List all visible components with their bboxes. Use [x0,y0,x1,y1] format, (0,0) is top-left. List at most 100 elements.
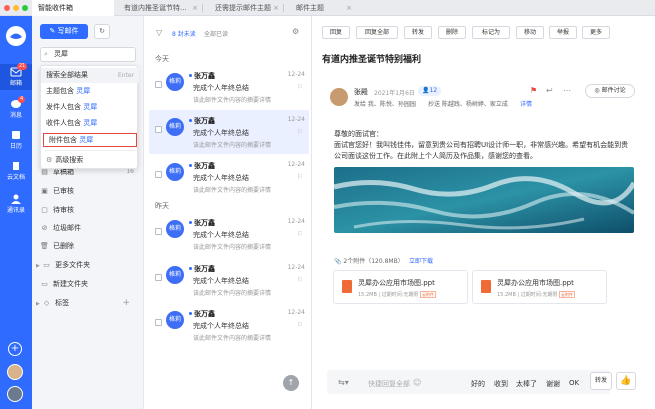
mail-checkbox[interactable] [155,319,162,326]
mail-checkbox[interactable] [155,126,162,133]
scroll-top-button[interactable]: ↑ [283,375,299,391]
quick-reply-received[interactable]: 收到 [494,379,508,389]
list-settings-icon[interactable]: ⚙ [292,27,299,36]
add-account-icon[interactable]: + [8,342,22,356]
tab-inbox[interactable]: 智能收件箱 [32,0,114,16]
reply-mode-icon[interactable]: ⇆▾ [338,378,349,387]
sender-avatar[interactable] [330,88,348,106]
tab-label: 邮件主题 [296,4,324,12]
folder-more[interactable]: ▶ ▭ 更多文件夹 [36,257,136,273]
flag-icon[interactable]: ⚐ [297,83,303,91]
details-link[interactable]: 详情 [520,99,532,108]
avatar[interactable] [7,386,23,402]
mail-checkbox[interactable] [155,274,162,281]
mail-checkbox[interactable] [155,81,162,88]
emoji-icon[interactable]: ☺ [413,378,421,387]
write-mail-button[interactable]: ✎ 写邮件 [40,24,88,39]
suggestion-keyword: 灵犀 [79,136,94,144]
rail-item-docs[interactable]: 云文档 [0,161,32,181]
new-folder-icon: ▭ [41,280,48,288]
forward-button[interactable]: 转发 [590,372,612,390]
reply-all-button[interactable]: 回复全部 [356,26,398,39]
quick-reply-thanks[interactable]: 谢谢 [546,379,560,389]
suggestion-subject[interactable]: 主题包含 灵犀 [41,84,139,99]
attachment-card[interactable]: 灵犀办公应用市场图.ppt 15.2MB | 过期时间:无期限 云附件 [333,270,468,304]
tab-label: 智能收件箱 [38,4,73,12]
delete-button[interactable]: 删除 [438,26,466,39]
mark-as-button[interactable]: 标记为 [472,26,510,39]
flag-icon[interactable]: ⚐ [297,321,303,329]
download-all-link[interactable]: 立即下载 [409,256,433,265]
close-tab-icon[interactable]: × [346,0,352,16]
mail-item[interactable]: 格莉 张万鑫 完成个人年终总结 该此邮件文件内容的摘要详情 12-24 ⚐ [149,65,309,109]
sync-button[interactable]: ↻ [94,24,110,39]
new-folder-button[interactable]: ▭ 新建文件夹 [40,276,140,292]
recipient-count-badge[interactable]: 👤12 [418,86,442,96]
mail-item[interactable]: 格莉 张万鑫 完成个人年终总结 该此邮件文件内容的摘要详情 12-24 ⚐ [149,258,309,302]
mail-checkbox[interactable] [155,171,162,178]
like-icon[interactable]: 👍 [616,372,636,390]
close-tab-icon[interactable]: × [273,0,279,16]
folder-deleted[interactable]: 🗑 已删除 [40,238,140,254]
flag-icon[interactable]: ⚑ [530,86,537,95]
folder-reviewed[interactable]: ▣ 已审核 [40,183,140,199]
add-tag-icon[interactable]: + [122,295,130,311]
unread-dot [189,74,192,77]
search-icon: ⌕ [44,50,48,58]
sender-name[interactable]: 张殿 [354,87,368,97]
rail-item-calendar[interactable]: 日历 [0,130,32,150]
mail-checkbox[interactable] [155,228,162,235]
suggestion-attachment[interactable]: 附件包含 灵犀 [43,133,137,147]
attachment-card[interactable]: 灵犀办公应用市场图.ppt 15.2MB | 过期时间:无期限 云附件 [472,270,607,304]
avatar[interactable] [7,364,23,380]
folder-tags[interactable]: ▶ ◇ 标签 + [36,295,136,311]
reply-button[interactable]: 回复 [322,26,350,39]
advanced-search-button[interactable]: ⚙ 高级搜索 [41,153,139,168]
forward-button[interactable]: 转发 [404,26,432,39]
move-button[interactable]: 移动 [516,26,544,39]
folder-pending[interactable]: ▢ 待审核 [40,202,140,218]
more-button[interactable]: 更多 [582,26,610,39]
rail-item-contacts[interactable]: 通讯录 [0,194,32,214]
sender-name: 张万鑫 [194,117,215,125]
suggestion-recipient[interactable]: 收件人包含 灵犀 [41,116,139,131]
search-suggestions: 搜索全部结果 Enter 主题包含 灵犀 发件人包含 灵犀 收件人包含 灵犀 附件… [40,65,139,169]
flag-icon[interactable]: ⚐ [297,128,303,136]
paperclip-icon: 📎 [334,258,342,265]
tab-mail-2[interactable]: 还需提示邮件主题 × [205,0,283,16]
close-tab-icon[interactable]: × [192,0,198,16]
flag-icon[interactable]: ⚐ [297,230,303,238]
tab-mail-3[interactable]: 邮件主题 × [286,0,356,16]
search-all-results[interactable]: 搜索全部结果 Enter [41,68,139,83]
mark-all-read[interactable]: 全部已读 [204,29,228,38]
rail-item-mail[interactable]: 邮箱 21 [0,63,32,90]
more-icon[interactable]: ⋯ [563,86,571,95]
mail-item[interactable]: 格莉 张万鑫 完成个人年终总结 该此邮件文件内容的摘要详情 12-24 ⚐ [149,212,309,256]
flag-icon[interactable]: ⚐ [297,173,303,181]
report-button[interactable]: 举报 [549,26,577,39]
mail-snippet: 该此邮件文件内容的摘要详情 [193,142,272,149]
quick-reply-input[interactable]: 快捷回复全部 [368,379,410,389]
folder-label: 草稿箱 [53,168,74,176]
mail-item[interactable]: 格莉 张万鑫 完成个人年终总结 该此邮件文件内容的摘要详情 12-24 ⚐ [149,303,309,347]
rail-label: 日历 [9,143,22,150]
tab-mail-1[interactable]: 有道内推圣诞节特... × [118,0,202,16]
folder-spam[interactable]: ⊘ 垃圾邮件 [40,220,140,236]
mail-item[interactable]: 格莉 张万鑫 完成个人年终总结 该此邮件文件内容的摘要详情 12-24 ⚐ [149,155,309,199]
sender-avatar: 格莉 [166,311,184,329]
reply-icon[interactable]: ↩ [546,86,553,95]
minimize-window-icon[interactable] [13,5,19,11]
search-input[interactable]: ⌕ 灵犀 [40,47,136,62]
filter-icon[interactable]: ▽ [156,28,162,37]
quick-reply-great[interactable]: 太棒了 [516,379,537,389]
quick-reply-ok[interactable]: 好的 [471,379,485,389]
unread-count[interactable]: 8 封未读 [172,29,196,38]
close-window-icon[interactable] [4,5,10,11]
mail-discuss-button[interactable]: ◎ 邮件讨论 [585,84,635,98]
flag-icon[interactable]: ⚐ [297,276,303,284]
maximize-window-icon[interactable] [22,5,28,11]
quick-reply-okay[interactable]: OK [569,379,579,387]
suggestion-sender[interactable]: 发件人包含 灵犀 [41,100,139,115]
rail-item-messages[interactable]: 消息 4 [0,96,32,119]
mail-item[interactable]: 格莉 张万鑫 完成个人年终总结 该此邮件文件内容的摘要详情 12-24 ⚐ [149,110,309,154]
